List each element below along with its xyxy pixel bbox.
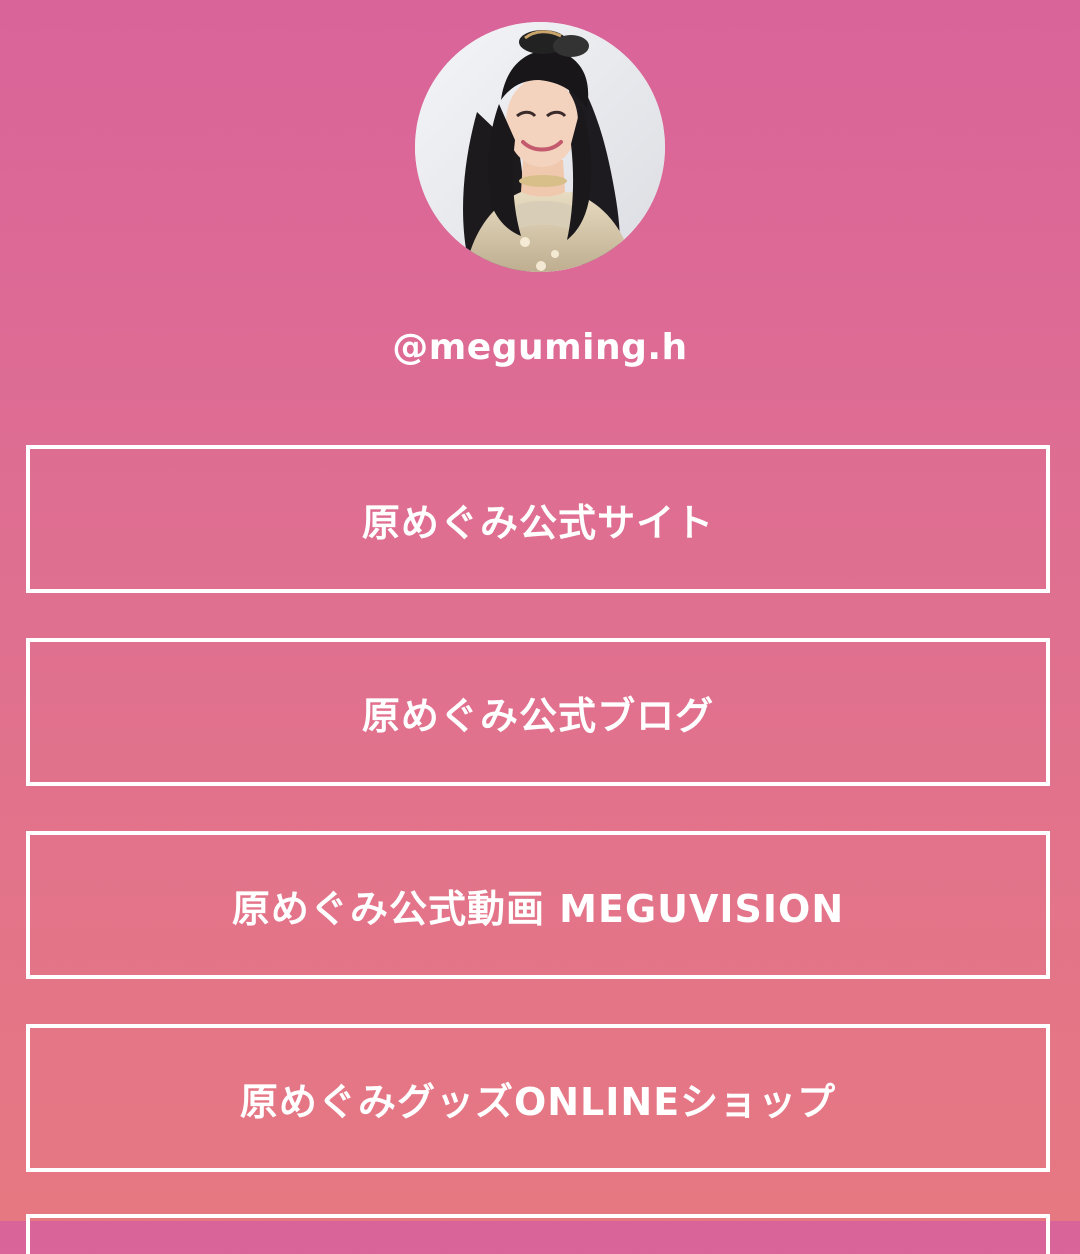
official-blog-label: 原めぐみ公式ブログ [361, 693, 715, 738]
official-blog-button[interactable]: 原めぐみ公式ブログ [26, 638, 1050, 786]
username: @meguming.h [392, 327, 688, 368]
online-shop-button[interactable]: 原めぐみグッズONLINEショップ [26, 1024, 1050, 1172]
official-video-label: 原めぐみ公式動画 MEGUVISION [231, 886, 845, 931]
online-shop-label: 原めぐみグッズONLINEショップ [239, 1079, 837, 1124]
next-link-button[interactable] [26, 1214, 1050, 1254]
official-site-label: 原めぐみ公式サイト [361, 500, 715, 545]
avatar[interactable] [415, 22, 665, 272]
profile-photo [415, 22, 665, 272]
official-site-button[interactable]: 原めぐみ公式サイト [26, 445, 1050, 593]
official-video-button[interactable]: 原めぐみ公式動画 MEGUVISION [26, 831, 1050, 979]
